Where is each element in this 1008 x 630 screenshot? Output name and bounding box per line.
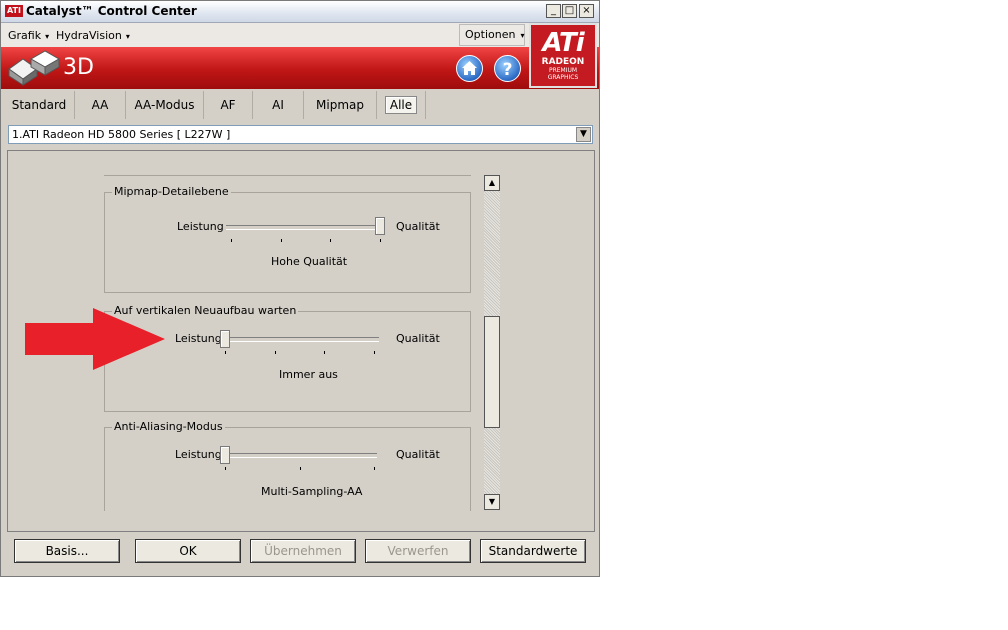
group-aa-mode: Anti-Aliasing-Modus — [104, 420, 471, 511]
tab-aa[interactable]: AA — [75, 91, 126, 119]
mipmap-slider-thumb[interactable] — [375, 217, 385, 235]
help-button[interactable]: ? — [494, 55, 521, 82]
window-title: Catalyst™ Control Center — [26, 4, 197, 18]
slider-track — [223, 337, 379, 342]
slider-tick — [225, 467, 226, 470]
maximize-button[interactable]: □ — [562, 4, 577, 18]
slider-tick — [324, 351, 325, 354]
basis-button[interactable]: Basis... — [14, 539, 120, 563]
scroll-down-button[interactable]: ▼ — [484, 494, 500, 510]
slider-right-label: Qualität — [396, 448, 440, 461]
slider-tick — [225, 351, 226, 354]
slider-left-label: Leistung — [177, 220, 224, 233]
home-icon — [462, 61, 477, 75]
tab-aa-modus[interactable]: AA-Modus — [126, 91, 204, 119]
slider-track — [223, 453, 377, 458]
tab-mipmap[interactable]: Mipmap — [304, 91, 377, 119]
chevron-down-icon: ▾ — [45, 32, 50, 41]
scroll-thumb[interactable] — [484, 316, 500, 428]
tab-ai[interactable]: AI — [253, 91, 304, 119]
slider-left-label: Leistung — [175, 332, 222, 345]
ati-radeon-logo: ATi RADEON PREMIUM GRAPHICS — [529, 23, 597, 88]
group-title: Mipmap-Detailebene — [112, 185, 231, 198]
tab-alle[interactable]: Alle — [377, 91, 426, 119]
slider-tick — [231, 239, 232, 242]
svg-text:?: ? — [503, 60, 513, 80]
slider-tick — [275, 351, 276, 354]
divider — [104, 175, 471, 176]
scroll-up-button[interactable]: ▲ — [484, 175, 500, 191]
defaults-button[interactable]: Standardwerte — [480, 539, 586, 563]
menu-hydravision[interactable]: HydraVision ▾ — [56, 29, 130, 42]
slider-tick — [374, 467, 375, 470]
slider-tick — [330, 239, 331, 242]
group-title: Anti-Aliasing-Modus — [112, 420, 225, 433]
slider-right-label: Qualität — [396, 332, 440, 345]
device-select[interactable]: 1.ATI Radeon HD 5800 Series [ L227W ] ▼ — [8, 125, 593, 144]
chevron-down-icon: ▾ — [125, 32, 130, 41]
ati-title-logo: ATI — [5, 5, 23, 17]
slider-track — [226, 225, 384, 230]
help-icon: ? — [503, 60, 513, 80]
slider-tick — [281, 239, 282, 242]
discard-button[interactable]: Verwerfen — [365, 539, 471, 563]
slider-tick — [380, 239, 381, 242]
options-menu-button[interactable]: Optionen ▾ — [459, 24, 525, 46]
slider-value-text: Hohe Qualität — [271, 255, 348, 268]
slider-value-text: Multi-Sampling-AA — [261, 485, 363, 498]
tab-standard[interactable]: Standard — [4, 91, 75, 119]
slider-tick — [300, 467, 301, 470]
catalyst-window: ATI Catalyst™ Control Center _ □ × Grafi… — [0, 0, 600, 577]
chevron-down-icon: ▾ — [520, 31, 525, 40]
minimize-button[interactable]: _ — [546, 4, 561, 18]
home-button[interactable] — [456, 55, 483, 82]
menu-grafik[interactable]: Grafik ▾ — [8, 29, 49, 42]
vsync-slider-thumb[interactable] — [220, 330, 230, 348]
tab-bar: Standard AA AA-Modus AF AI Mipmap Alle — [1, 91, 599, 119]
red-arrow-annotation — [25, 308, 165, 370]
slider-tick — [374, 351, 375, 354]
tab-af[interactable]: AF — [204, 91, 253, 119]
title-bar[interactable]: ATI Catalyst™ Control Center _ □ × — [1, 1, 599, 23]
group-mipmap-detail: Mipmap-Detailebene — [104, 185, 471, 293]
slider-left-label: Leistung — [175, 448, 222, 461]
3d-cubes-icon — [8, 50, 61, 86]
chevron-down-icon[interactable]: ▼ — [576, 127, 591, 142]
slider-right-label: Qualität — [396, 220, 440, 233]
slider-value-text: Immer aus — [279, 368, 338, 381]
apply-button[interactable]: Übernehmen — [250, 539, 356, 563]
close-button[interactable]: × — [579, 4, 594, 18]
aa-mode-slider-thumb[interactable] — [220, 446, 230, 464]
ok-button[interactable]: OK — [135, 539, 241, 563]
page-title: 3D — [63, 55, 94, 80]
vertical-scrollbar[interactable]: ▲ ▼ — [484, 175, 500, 510]
